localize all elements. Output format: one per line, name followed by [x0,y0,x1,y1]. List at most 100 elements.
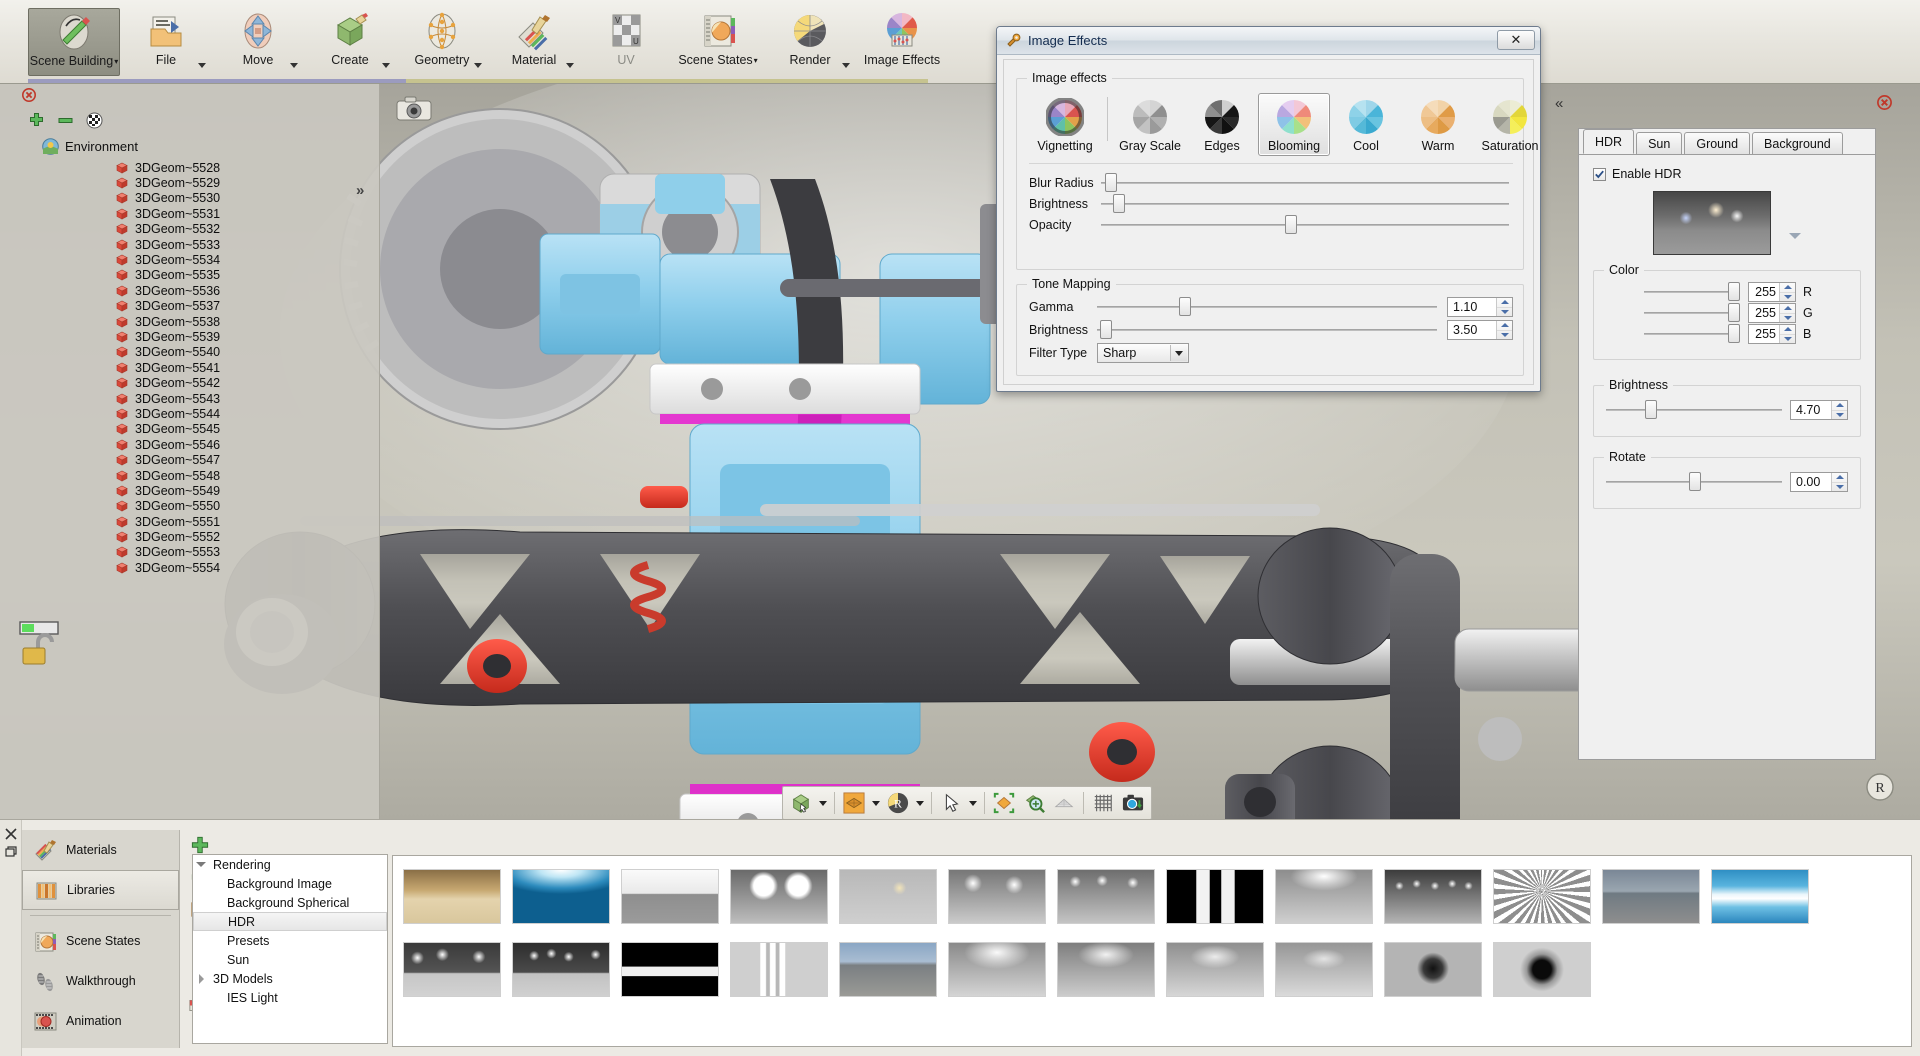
tree-item[interactable]: 3DGeom~5538 [116,314,366,329]
library-tree-item[interactable]: 3D Models [193,969,387,988]
hdr-rotate-spinner[interactable]: 0.00 [1790,472,1848,492]
spinner-buttons[interactable] [1496,298,1512,316]
library-tree-item[interactable]: Background Image [193,874,387,893]
thumbnail-hdr-city-street[interactable] [839,942,937,997]
fit-selection-icon[interactable] [990,789,1018,817]
thumbnail-hdr-blue-sky-gradient[interactable] [512,869,610,924]
add-plus-icon[interactable] [189,834,211,856]
effects-brightness-slider[interactable] [1101,194,1509,213]
tree-item[interactable]: 3DGeom~5534 [116,252,366,267]
spinner-down[interactable] [1780,293,1795,302]
spinner-up[interactable] [1780,304,1795,314]
tree-item[interactable]: 3DGeom~5548 [116,468,366,483]
panel-close-icon[interactable] [1877,95,1892,110]
thumbnail-hdr-dark-room-lights-b[interactable] [512,942,610,997]
tree-root-environment[interactable]: Environment [42,138,138,155]
spinner-down[interactable] [1832,411,1847,420]
thumbnail-hdr-warm-sun-spot[interactable] [839,869,937,924]
tree-item[interactable]: 3DGeom~5544 [116,406,366,421]
close-button[interactable]: ✕ [1497,30,1535,50]
slider-thumb[interactable] [1728,282,1740,301]
tree-item[interactable]: 3DGeom~5550 [116,499,366,514]
gamma-spinner[interactable]: 1.10 [1447,297,1513,317]
category-libraries[interactable]: Libraries [22,870,179,910]
color-r-slider[interactable] [1644,282,1740,301]
tree-item[interactable]: 3DGeom~5553 [116,545,366,560]
chevron-right-icon[interactable] [193,973,209,984]
color-b-spinner[interactable]: 255 [1748,324,1796,344]
thumbnail-hdr-gray-dome-d[interactable] [1275,942,1373,997]
ribbon-item-file[interactable]: File [120,8,212,76]
ribbon-item-scene-states[interactable]: Scene States▾ [672,8,764,76]
grid-toggle-icon[interactable] [1089,789,1117,817]
chevron-down-icon[interactable] [870,789,882,817]
ribbon-item-geometry[interactable]: Geometry [396,8,488,76]
slider-thumb[interactable] [1113,194,1126,213]
tree-item[interactable]: 3DGeom~5545 [116,422,366,437]
thumbnail-hdr-dark-room-lights[interactable] [403,942,501,997]
effect-vignetting[interactable]: Vignetting [1029,93,1101,156]
chevron-down-icon[interactable] [290,63,298,68]
checkbox-box[interactable] [1593,167,1606,181]
effect-cool[interactable]: Cool [1330,93,1402,156]
opacity-slider[interactable] [1101,215,1509,234]
hdr-brightness-spinner[interactable]: 4.70 [1790,400,1848,420]
thumbnail-hdr-studio-overhead-a[interactable] [948,869,1046,924]
thumbnail-hdr-black-square-dome[interactable] [1493,942,1591,997]
ribbon-item-uv[interactable]: V U UV [580,8,672,76]
tree-item[interactable]: 3DGeom~5531 [116,206,366,221]
tree-item[interactable]: 3DGeom~5552 [116,529,366,544]
slider-thumb[interactable] [1688,472,1701,491]
spinner-buttons[interactable] [1779,283,1795,301]
select-object-icon[interactable] [787,789,815,817]
tone-brightness-slider[interactable] [1097,320,1437,339]
spinner-up[interactable] [1497,298,1512,308]
color-r-spinner[interactable]: 255 [1748,282,1796,302]
close-icon[interactable] [5,828,17,840]
slider-thumb[interactable] [1100,320,1113,339]
tree-item[interactable]: 3DGeom~5536 [116,283,366,298]
thumbnail-hdr-black-two-panels[interactable] [1166,869,1264,924]
tree-item[interactable]: 3DGeom~5549 [116,483,366,498]
color-g-slider[interactable] [1644,303,1740,322]
hdr-brightness-slider[interactable] [1606,400,1782,419]
blur-radius-slider[interactable] [1101,173,1509,192]
chevron-down-icon[interactable] [382,63,390,68]
thumbnail-hdr-blue-strip-light[interactable] [1711,869,1809,924]
undock-icon[interactable] [5,846,17,858]
checker-sphere-icon[interactable] [86,112,103,129]
enable-hdr-checkbox[interactable]: Enable HDR [1593,167,1681,181]
tone-brightness-spinner[interactable]: 3.50 [1447,320,1513,340]
library-tree-item[interactable]: Sun [193,950,387,969]
tab-hdr[interactable]: HDR [1583,129,1635,154]
image-effects-dialog[interactable]: Image Effects ✕ Image effects Vignetting… [996,26,1541,392]
ground-plane-icon[interactable] [1050,789,1078,817]
thumbnail-hdr-spotlight-array[interactable] [1384,869,1482,924]
collapse-left-chevrons[interactable]: « [1555,95,1564,112]
tree-item[interactable]: 3DGeom~5539 [116,329,366,344]
camera-viewport-badge[interactable] [396,95,432,121]
thumbnail-hdr-black-strip-panel[interactable] [621,942,719,997]
library-tree-item[interactable]: IES Light [193,988,387,1007]
filter-type-select[interactable]: Sharp [1097,343,1189,363]
thumbnail-hdr-dark-vignette-dome[interactable] [1384,942,1482,997]
tree-item[interactable]: 3DGeom~5530 [116,191,366,206]
spinner-buttons[interactable] [1831,473,1847,491]
tree-item[interactable]: 3DGeom~5543 [116,391,366,406]
slider-thumb[interactable] [1728,303,1740,322]
spinner-up[interactable] [1780,325,1795,335]
lock-unlocked-icon[interactable] [14,620,66,666]
spinner-buttons[interactable] [1779,304,1795,322]
category-scene-states[interactable]: Scene States [22,921,179,961]
raytrace-r-icon[interactable]: R [884,789,912,817]
thumbnail-hdr-gray-dome-c[interactable] [1166,942,1264,997]
chevron-down-icon[interactable] [842,63,850,68]
slider-thumb[interactable] [1105,173,1118,192]
spinner-down[interactable] [1832,483,1847,492]
ribbon-item-material[interactable]: Material [488,8,580,76]
chevron-down-icon[interactable] [1170,345,1187,361]
chevron-down-icon[interactable] [817,789,829,817]
scene-tree-list[interactable]: 3DGeom~5528 3DGeom~5529 3DGeom~5530 3DGe… [116,160,366,630]
thumbnail-hdr-soft-gray-dome[interactable] [948,942,1046,997]
chevron-down-icon[interactable] [198,63,206,68]
